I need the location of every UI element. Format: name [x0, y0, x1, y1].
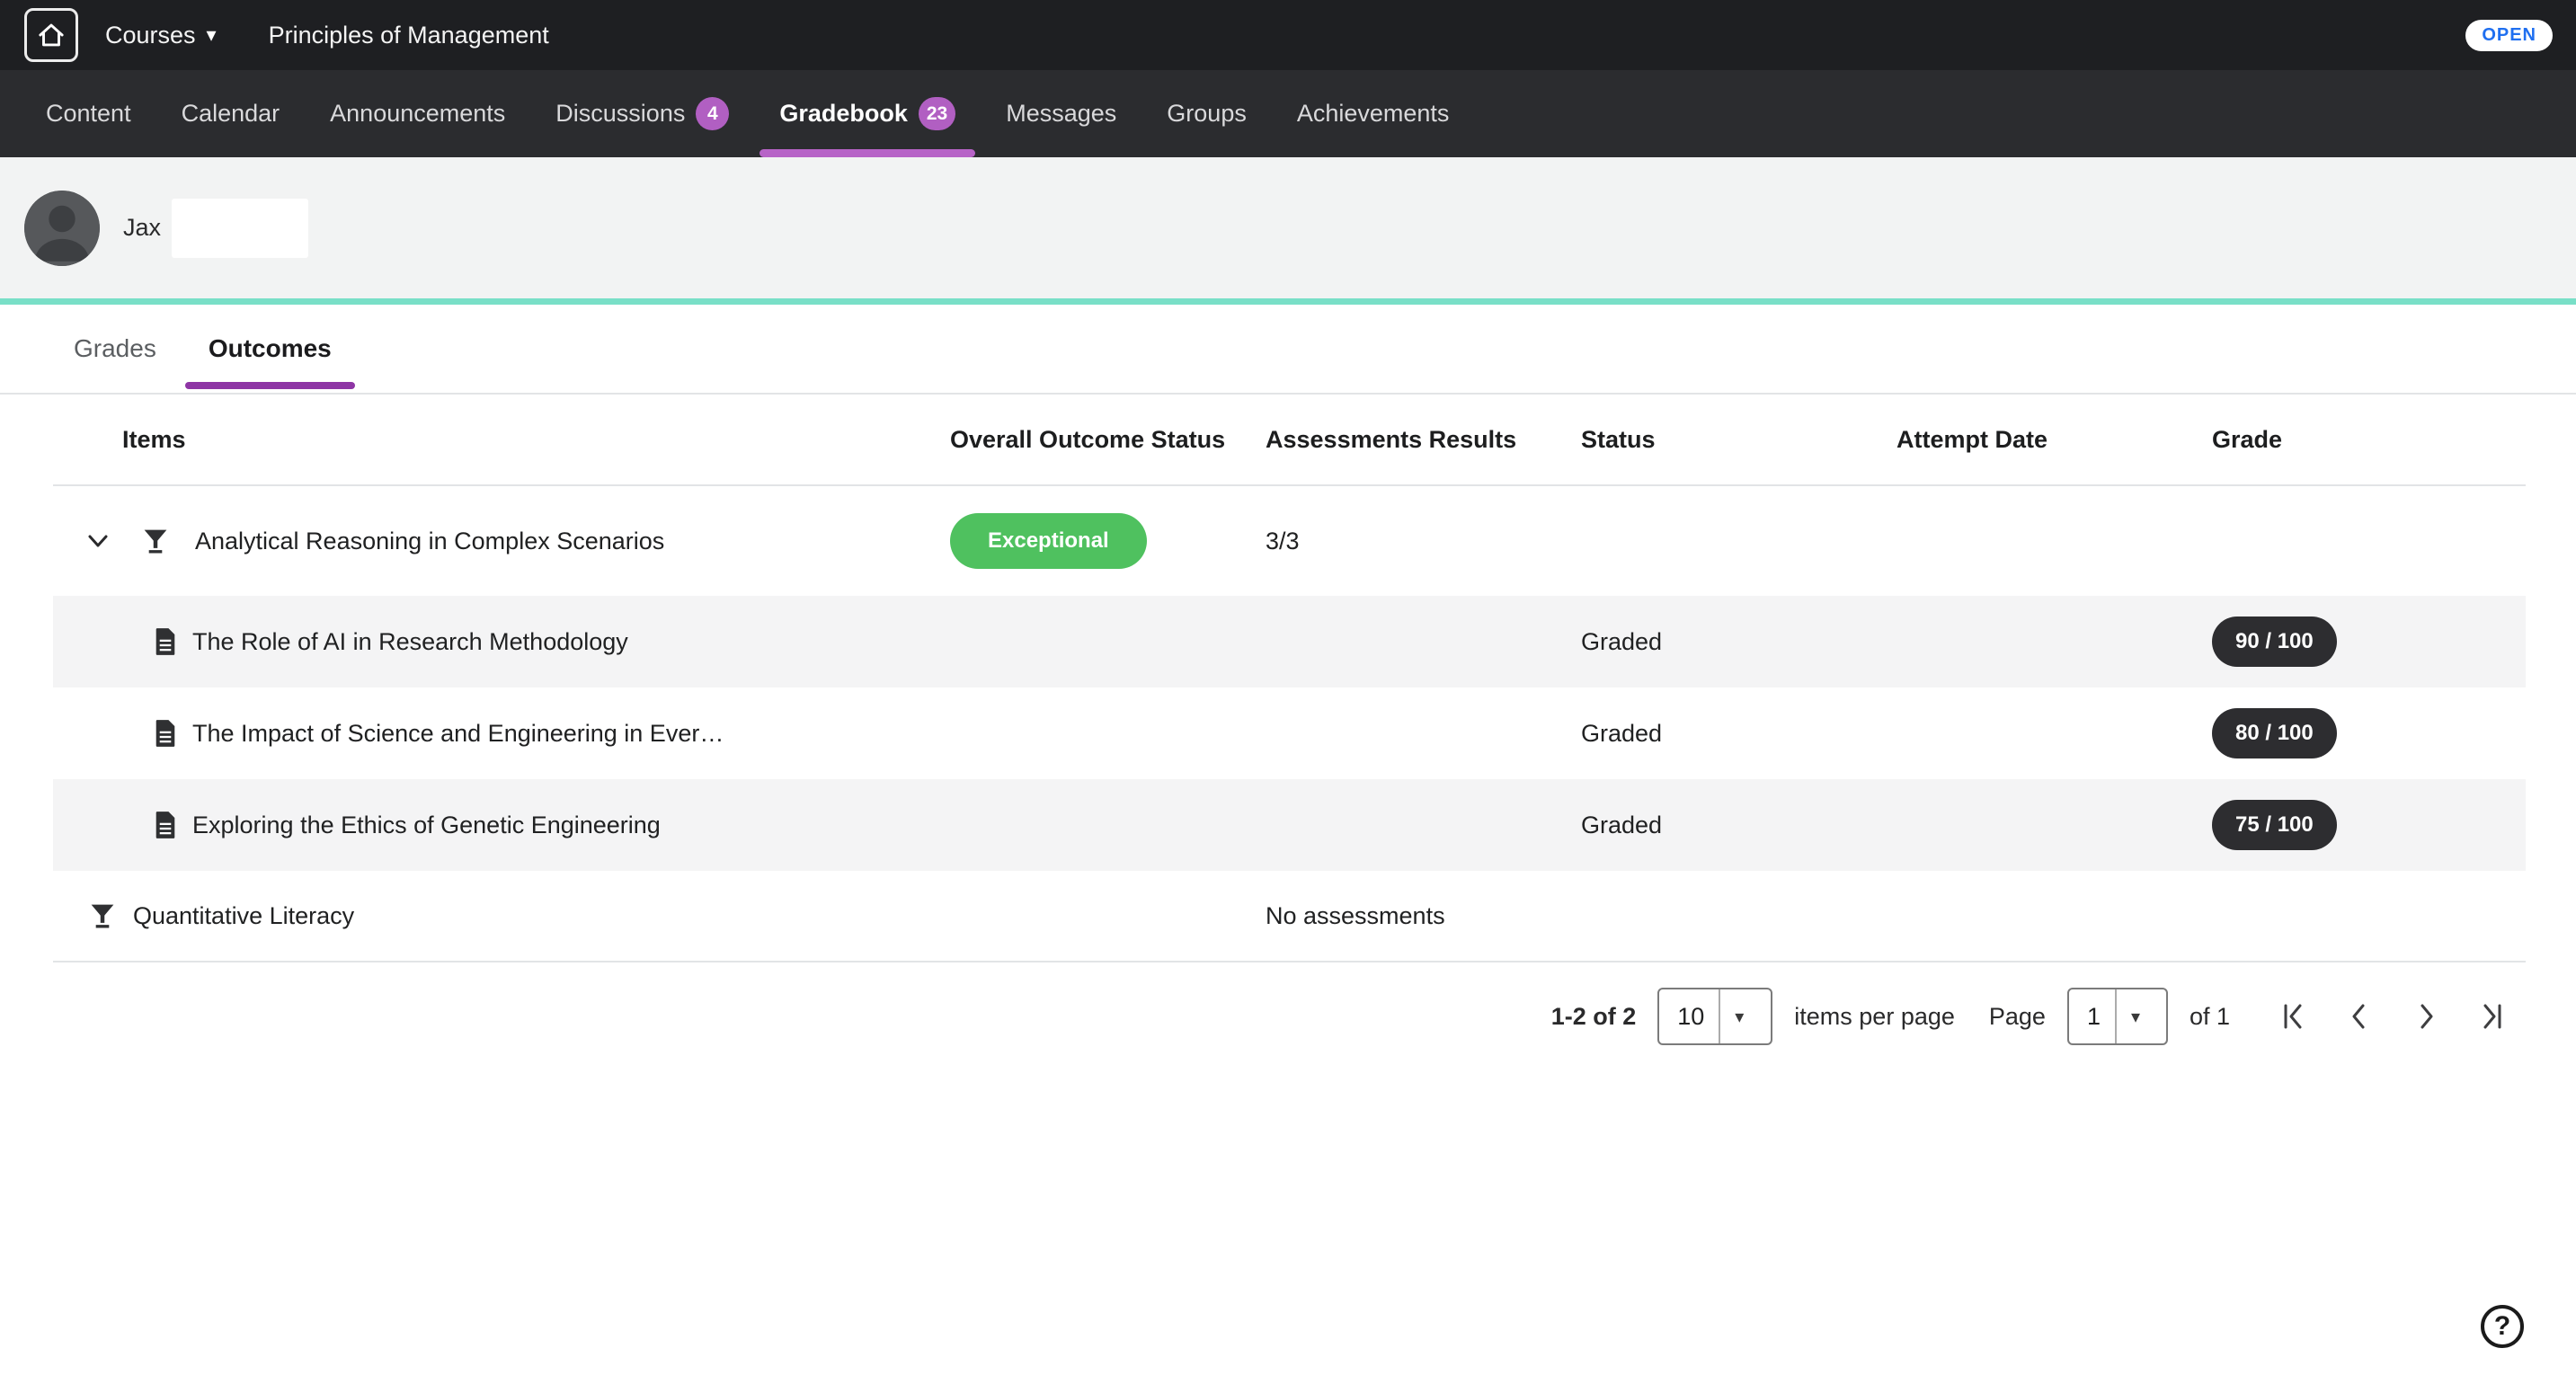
outcome-row: Quantitative Literacy No assessments	[53, 871, 2526, 962]
page-number-value: 1	[2069, 1003, 2115, 1031]
outcomes-table: Items Overall Outcome Status Assessments…	[53, 395, 2526, 962]
nav-tab-discussions[interactable]: Discussions 4	[530, 70, 754, 157]
column-header-assessments-results: Assessments Results	[1266, 426, 1581, 454]
nav-tab-label: Groups	[1167, 100, 1247, 128]
column-header-grade: Grade	[2212, 426, 2526, 454]
document-icon	[153, 719, 178, 748]
page-label: Page	[1989, 1003, 2046, 1031]
student-name: Jax	[123, 214, 161, 242]
pager-arrows	[2275, 998, 2510, 1034]
nav-tab-label: Achievements	[1297, 100, 1450, 128]
person-silhouette-icon	[24, 191, 100, 266]
column-header-attempt-date: Attempt Date	[1896, 426, 2212, 454]
tab-outcomes[interactable]: Outcomes	[185, 305, 355, 393]
assessment-title: Exploring the Ethics of Genetic Engineer…	[192, 812, 661, 839]
courses-label: Courses	[105, 22, 196, 49]
table-header-row: Items Overall Outcome Status Assessments…	[53, 395, 2526, 486]
outcome-row: Analytical Reasoning in Complex Scenario…	[53, 486, 2526, 596]
home-icon	[36, 20, 67, 50]
outcome-icon	[139, 525, 172, 557]
chevron-down-icon	[82, 525, 114, 557]
top-app-bar: Courses ▾ Principles of Management OPEN	[0, 0, 2576, 70]
assessment-title: The Impact of Science and Engineering in…	[192, 720, 724, 748]
previous-page-button[interactable]	[2341, 998, 2377, 1034]
tab-outcomes-label: Outcomes	[209, 334, 332, 363]
items-per-page-label: items per page	[1794, 1003, 1955, 1031]
chevron-down-icon: ▾	[1719, 989, 1758, 1043]
nav-tab-label: Announcements	[330, 100, 505, 128]
outcome-title: Quantitative Literacy	[133, 902, 354, 930]
open-status-badge: OPEN	[2465, 20, 2553, 51]
assessments-results-value: 3/3	[1266, 528, 1581, 555]
gradebook-subtabs: Grades Outcomes	[0, 305, 2576, 395]
column-header-items: Items	[53, 426, 950, 454]
courses-dropdown[interactable]: Courses ▾	[105, 22, 217, 49]
grade-badge: 90 / 100	[2212, 617, 2337, 667]
help-icon: ?	[2494, 1311, 2510, 1342]
tab-grades[interactable]: Grades	[50, 305, 180, 393]
assessments-results-value: No assessments	[1266, 902, 1581, 930]
accent-divider	[0, 298, 2576, 305]
document-icon	[153, 627, 178, 656]
grade-badge: 80 / 100	[2212, 708, 2337, 758]
chevron-right-icon	[2408, 998, 2444, 1034]
collapse-outcome-button[interactable]	[80, 523, 116, 559]
chevron-down-icon: ▾	[207, 25, 217, 45]
nav-tab-gradebook[interactable]: Gradebook 23	[754, 70, 981, 157]
last-page-button[interactable]	[2474, 998, 2510, 1034]
first-page-button[interactable]	[2275, 998, 2311, 1034]
grade-badge: 75 / 100	[2212, 800, 2337, 850]
nav-tab-announcements[interactable]: Announcements	[305, 70, 530, 157]
pagination-bar: 1-2 of 2 10 ▾ items per page Page 1 ▾ of…	[0, 962, 2576, 1070]
course-title: Principles of Management	[269, 22, 549, 49]
last-page-icon	[2474, 998, 2510, 1034]
overall-status-badge: Exceptional	[950, 513, 1147, 569]
document-icon	[153, 811, 178, 839]
items-per-page-select[interactable]: 10 ▾	[1657, 988, 1772, 1045]
help-button[interactable]: ?	[2481, 1305, 2524, 1348]
items-per-page-value: 10	[1659, 1003, 1719, 1031]
first-page-icon	[2275, 998, 2311, 1034]
assessment-status: Graded	[1581, 720, 1896, 748]
home-button[interactable]	[24, 8, 78, 62]
gradebook-count-badge: 23	[919, 97, 955, 130]
column-header-overall-outcome-status: Overall Outcome Status	[950, 426, 1266, 454]
assessment-title: The Role of AI in Research Methodology	[192, 628, 628, 656]
tab-grades-label: Grades	[74, 334, 156, 363]
outcome-title: Analytical Reasoning in Complex Scenario…	[195, 528, 664, 555]
nav-tab-label: Calendar	[182, 100, 280, 128]
nav-tab-groups[interactable]: Groups	[1141, 70, 1272, 157]
assessment-status: Graded	[1581, 812, 1896, 839]
assessment-row: The Impact of Science and Engineering in…	[53, 688, 2526, 779]
student-header: Jax	[0, 157, 2576, 298]
nav-tab-achievements[interactable]: Achievements	[1272, 70, 1475, 157]
total-pages-label: of 1	[2190, 1003, 2230, 1031]
nav-tab-label: Content	[46, 100, 131, 128]
outcome-icon	[86, 900, 119, 932]
nav-tab-content[interactable]: Content	[21, 70, 156, 157]
nav-tab-label: Discussions	[555, 100, 685, 128]
avatar	[24, 191, 100, 266]
column-header-status: Status	[1581, 426, 1896, 454]
nav-tab-label: Messages	[1006, 100, 1116, 128]
nav-tab-messages[interactable]: Messages	[981, 70, 1141, 157]
discussions-count-badge: 4	[696, 97, 729, 130]
assessment-status: Graded	[1581, 628, 1896, 656]
nav-tab-calendar[interactable]: Calendar	[156, 70, 306, 157]
redacted-name	[172, 199, 308, 258]
chevron-down-icon: ▾	[2115, 989, 2154, 1043]
nav-tab-label: Gradebook	[779, 100, 908, 128]
assessment-row: Exploring the Ethics of Genetic Engineer…	[53, 779, 2526, 871]
course-nav: Content Calendar Announcements Discussio…	[0, 70, 2576, 157]
page-number-select[interactable]: 1 ▾	[2067, 988, 2168, 1045]
assessment-row: The Role of AI in Research Methodology G…	[53, 596, 2526, 688]
chevron-left-icon	[2341, 998, 2377, 1034]
next-page-button[interactable]	[2408, 998, 2444, 1034]
results-range-label: 1-2 of 2	[1551, 1003, 1637, 1031]
